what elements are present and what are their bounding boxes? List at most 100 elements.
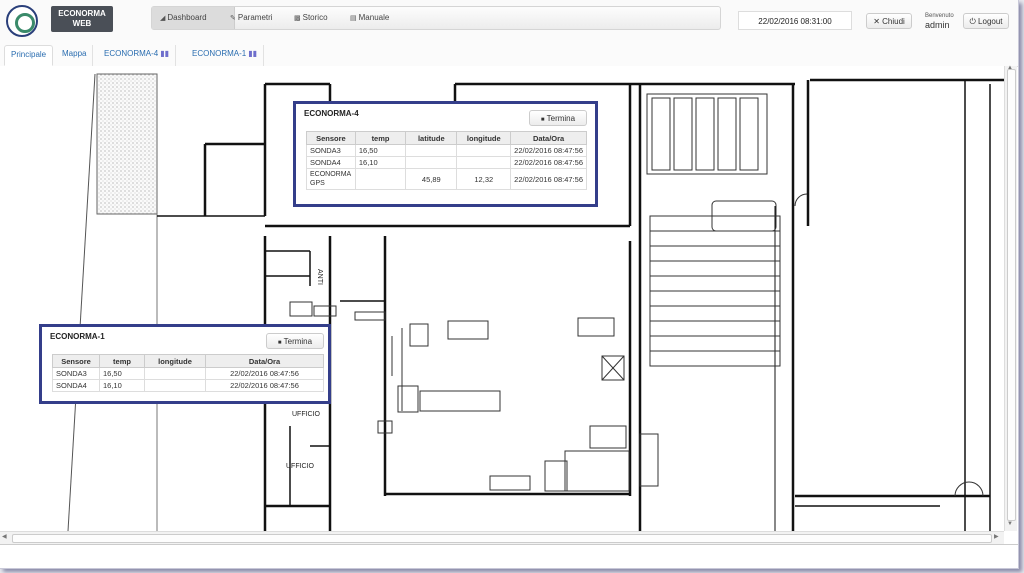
table-row: SONDA3 16,50 22/02/2016 08:47:56 <box>306 144 587 157</box>
logout-label: Logout <box>978 17 1003 26</box>
brand-label: ECONORMA WEB <box>58 9 106 28</box>
nav-manuale-label: Manuale <box>358 13 390 22</box>
scroll-down-icon[interactable]: ▼ <box>1007 521 1013 527</box>
table-cell: 16,10 <box>99 379 145 392</box>
tab-principale[interactable]: Principale <box>4 45 54 66</box>
top-bar: ECONORMA WEB ◢ Dashboard ✎ Parametri ▩ Stor… <box>0 0 1018 41</box>
stop-icon: ■ <box>540 117 545 123</box>
column-header: latitude <box>405 131 458 145</box>
footer <box>0 544 1018 568</box>
table-row: SONDA4 16,10 22/02/2016 08:47:56 <box>52 379 324 392</box>
table-cell: 16,10 <box>354 156 407 169</box>
table-row: ECONORMA GPS 45,89 12,32 22/02/2016 08:4… <box>306 168 587 190</box>
panel-title: ECONORMA-4 <box>304 109 359 118</box>
table-header-row: Sensore temp latitude longitude Data/Ora <box>306 131 587 145</box>
table-cell: SONDA4 <box>306 156 356 169</box>
table-cell <box>405 156 458 169</box>
scroll-left-icon[interactable]: ◀ <box>2 533 7 540</box>
scroll-right-icon[interactable]: ▶ <box>994 533 999 540</box>
tab-econorma-4-label: ECONORMA-4 <box>104 49 159 58</box>
scrollbar-thumb[interactable] <box>12 534 992 543</box>
nav-parametri-label: Parametri <box>237 13 273 22</box>
close-label: Chiudi <box>882 17 905 26</box>
table-row: SONDA4 16,10 22/02/2016 08:47:56 <box>306 156 587 169</box>
terminate-button[interactable]: ■ Termina <box>529 110 587 126</box>
column-header: longitude <box>456 131 512 145</box>
app-window: ECONORMA WEB ◢ Dashboard ✎ Parametri ▩ Stor… <box>0 0 1019 569</box>
table-cell: 12,32 <box>456 168 512 190</box>
table-header-row: Sensore temp longitude Data/Ora <box>52 354 324 368</box>
close-icon: ✕ <box>873 17 880 26</box>
nav-manuale[interactable]: ▤ Manuale <box>342 7 397 29</box>
tab-principale-label: Principale <box>11 50 47 59</box>
nav-parametri[interactable]: ✎ Parametri <box>222 7 281 29</box>
scrollbar-thumb[interactable] <box>1007 69 1016 521</box>
current-datetime: 22/02/2016 08:31:00 <box>738 11 852 30</box>
tab-bar: Principale Mappa ECONORMA-4 ▮▮ ECONORMA-1… <box>0 40 1018 67</box>
tab-econorma-1-label: ECONORMA-1 <box>192 49 247 58</box>
table-cell <box>144 367 206 380</box>
table-cell: SONDA4 <box>52 379 100 392</box>
terminate-label: Termina <box>546 114 576 123</box>
column-header: Sensore <box>306 131 356 145</box>
nav-storico-label: Storico <box>302 13 328 22</box>
table-cell: 16,50 <box>99 367 145 380</box>
wrench-icon: ✎ <box>230 15 236 22</box>
tab-mappa[interactable]: Mappa <box>56 45 94 66</box>
sensor-table: Sensore temp latitude longitude Data/Ora… <box>306 131 587 190</box>
sensor-panel-econorma-1: ECONORMA-1 ■ Termina Sensore temp longit… <box>39 324 331 404</box>
table-cell: 22/02/2016 08:47:56 <box>510 144 587 157</box>
table-cell: 22/02/2016 08:47:56 <box>205 367 324 380</box>
column-header: Sensore <box>52 354 100 368</box>
table-cell: ECONORMA GPS <box>306 168 356 190</box>
company-logo <box>6 5 38 37</box>
tab-mappa-label: Mappa <box>62 49 87 58</box>
logout-button[interactable]: ⏻ Logout <box>963 13 1009 29</box>
welcome-label: Benvenuto <box>925 13 954 19</box>
table-cell <box>405 144 458 157</box>
sensor-table: Sensore temp longitude Data/Ora SONDA3 1… <box>52 354 324 392</box>
brand-badge[interactable]: ECONORMA WEB <box>51 6 113 32</box>
column-header: Data/Ora <box>205 354 324 368</box>
table-cell <box>354 168 407 190</box>
bar-chart-icon: ▮▮ <box>160 49 170 58</box>
bar-chart-icon: ▮▮ <box>248 49 258 58</box>
table-row: SONDA3 16,50 22/02/2016 08:47:56 <box>52 367 324 380</box>
table-cell: 45,89 <box>405 168 458 190</box>
logout-icon: ⏻ <box>969 17 976 26</box>
table-cell: 22/02/2016 08:47:56 <box>510 156 587 169</box>
terminate-button[interactable]: ■ Termina <box>266 333 324 349</box>
tab-econorma-1[interactable]: ECONORMA-1 ▮▮ <box>186 45 265 66</box>
column-header: longitude <box>144 354 206 368</box>
sensor-panel-econorma-4: ECONORMA-4 ■ Termina Sensore temp latitu… <box>293 101 598 207</box>
table-cell: 22/02/2016 08:47:56 <box>510 168 587 190</box>
vertical-scrollbar[interactable]: ▲ ▼ <box>1004 65 1017 531</box>
table-cell: 22/02/2016 08:47:56 <box>205 379 324 392</box>
close-button[interactable]: ✕ Chiudi <box>866 13 912 29</box>
nav-dashboard-label: Dashboard <box>167 13 207 22</box>
dashboard-icon: ◢ <box>160 15 166 22</box>
table-cell: 16,50 <box>354 144 407 157</box>
username: admin <box>925 20 950 30</box>
column-header: temp <box>354 131 407 145</box>
book-icon: ▤ <box>350 15 357 22</box>
table-cell: SONDA3 <box>306 144 356 157</box>
table-cell: SONDA3 <box>52 367 100 380</box>
column-header: Data/Ora <box>510 131 587 145</box>
table-cell <box>144 379 206 392</box>
horizontal-scrollbar[interactable]: ◀ ▶ <box>0 531 1004 544</box>
map-label-ufficio: UFFICIO <box>292 411 321 418</box>
table-cell <box>456 156 512 169</box>
terminate-label: Termina <box>283 337 313 346</box>
storage-icon: ▩ <box>294 15 301 22</box>
floor-plan-map[interactable]: ANTI UFFICIO UFFICIO ECONORMA-4 ■ Termin… <box>0 66 1004 531</box>
main-nav: ◢ Dashboard ✎ Parametri ▩ Storico ▤ Manuale <box>151 6 721 30</box>
map-label-anti: ANTI <box>316 269 323 285</box>
tab-econorma-4[interactable]: ECONORMA-4 ▮▮ <box>98 45 177 66</box>
nav-storico[interactable]: ▩ Storico <box>286 7 336 29</box>
map-label-ufficio: UFFICIO <box>286 463 315 470</box>
stop-icon: ■ <box>277 340 282 346</box>
table-cell <box>456 144 512 157</box>
column-header: temp <box>99 354 145 368</box>
panel-title: ECONORMA-1 <box>50 332 105 341</box>
